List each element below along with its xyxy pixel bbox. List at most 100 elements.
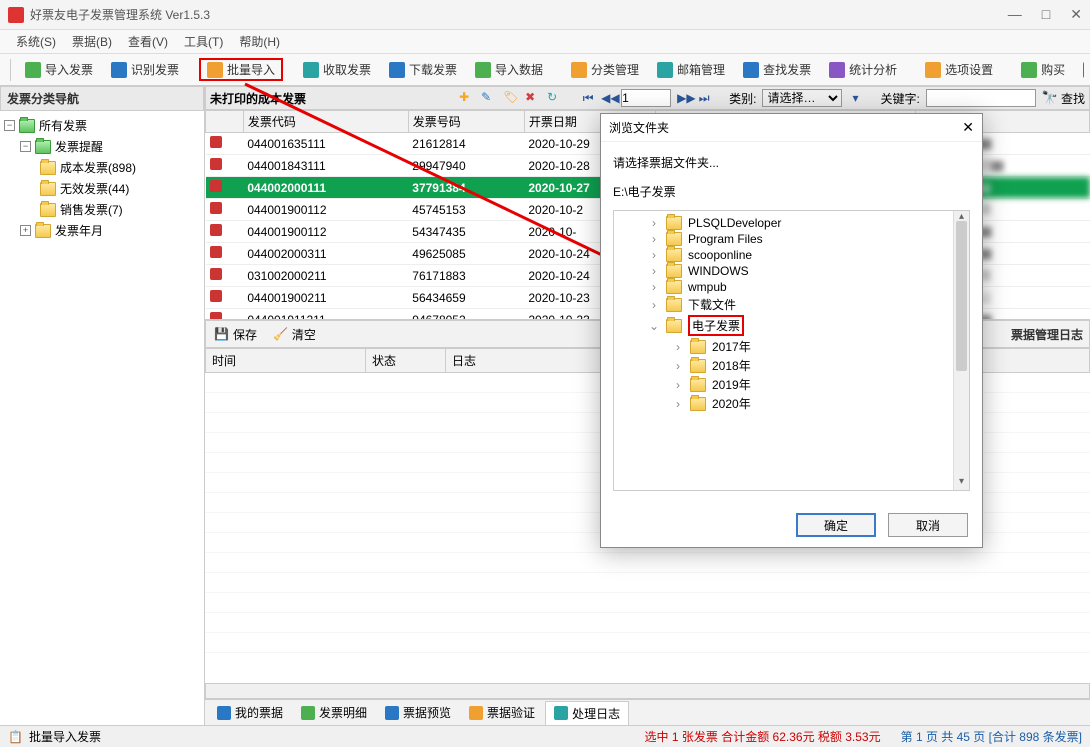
tab-票据验证[interactable]: 票据验证	[461, 701, 543, 724]
category-clear-icon[interactable]: ▾	[848, 91, 862, 105]
toolbar-统计分析[interactable]: 统计分析	[821, 58, 905, 81]
menu-item[interactable]: 票据(B)	[66, 31, 118, 52]
chevron-icon[interactable]: ›	[648, 216, 660, 230]
pdf-icon	[210, 202, 222, 214]
tree-item[interactable]: 销售发票(7)	[40, 199, 200, 220]
folder-tree[interactable]: ›PLSQLDeveloper›Program Files›scooponlin…	[613, 210, 970, 491]
table-col[interactable]: 发票代码	[243, 111, 408, 133]
tree-item[interactable]: 成本发票(898)	[40, 157, 200, 178]
table-col[interactable]	[206, 111, 244, 133]
category-label: 类别:	[729, 90, 756, 107]
toolbar-购买[interactable]: 购买	[1013, 58, 1073, 81]
pdf-icon	[210, 158, 222, 170]
toolbar-icon	[925, 62, 941, 78]
dialog-scrollbar[interactable]: ▴▾	[953, 211, 969, 490]
folder-node[interactable]: ›2018年	[618, 356, 965, 375]
search-button[interactable]: 🔭查找	[1042, 90, 1085, 107]
chevron-icon[interactable]: ⌄	[648, 319, 660, 333]
folder-node[interactable]: ›scooponline	[618, 247, 965, 263]
toolbar-批量导入[interactable]: 批量导入	[199, 58, 283, 81]
folder-node[interactable]: ›下载文件	[618, 295, 965, 314]
category-select[interactable]: 请选择…	[762, 89, 842, 107]
chevron-icon[interactable]: ›	[648, 298, 660, 312]
chevron-icon[interactable]: ›	[672, 397, 684, 411]
toolbar-下载发票[interactable]: 下载发票	[381, 58, 465, 81]
chevron-icon[interactable]: ›	[648, 280, 660, 294]
dialog-cancel-button[interactable]: 取消	[888, 513, 968, 537]
toolbar-icon	[207, 62, 223, 78]
dialog-title-text: 浏览文件夹	[609, 119, 962, 136]
toolbar-分类管理[interactable]: 分类管理	[563, 58, 647, 81]
tree-yearmonth[interactable]: + 发票年月	[20, 220, 200, 241]
folder-icon	[690, 378, 706, 392]
menu-item[interactable]: 帮助(H)	[233, 31, 286, 52]
chevron-icon[interactable]: ›	[672, 340, 684, 354]
delete-icon[interactable]: ✖	[525, 90, 541, 106]
tab-发票明细[interactable]: 发票明细	[293, 701, 375, 724]
first-page-icon[interactable]: ⏮	[581, 91, 595, 105]
add-icon[interactable]: ✚	[459, 90, 475, 106]
toolbar-导入数据[interactable]: 导入数据	[467, 58, 551, 81]
prev-page-icon[interactable]: ◀◀	[601, 91, 615, 105]
toolbar-icon	[475, 62, 491, 78]
chevron-icon[interactable]: ›	[648, 232, 660, 246]
chevron-icon[interactable]: ›	[672, 378, 684, 392]
folder-node[interactable]: ›2020年	[618, 394, 965, 413]
tab-icon	[385, 706, 399, 720]
folder-node[interactable]: ›WINDOWS	[618, 263, 965, 279]
tree-root[interactable]: − 所有发票	[4, 115, 200, 136]
toolbar-识别发票[interactable]: 识别发票	[103, 58, 187, 81]
pdf-icon	[210, 290, 222, 302]
col-time[interactable]: 时间	[206, 349, 366, 373]
toolbar-常见问[interactable]: 常见问	[1075, 58, 1084, 81]
toolbar-选项设置[interactable]: 选项设置	[917, 58, 1001, 81]
toolbar-导入发票[interactable]: 导入发票	[17, 58, 101, 81]
clear-button[interactable]: 🧹 清空	[265, 323, 324, 346]
page-input[interactable]	[621, 89, 671, 107]
close-button[interactable]: ✕	[1070, 6, 1082, 23]
refresh-icon[interactable]: ↻	[547, 90, 563, 106]
keyword-input[interactable]	[926, 89, 1036, 107]
toolbar-收取发票[interactable]: 收取发票	[295, 58, 379, 81]
folder-node[interactable]: ›PLSQLDeveloper	[618, 215, 965, 231]
toolbar-邮箱管理[interactable]: 邮箱管理	[649, 58, 733, 81]
maximize-button[interactable]: □	[1042, 6, 1050, 23]
sidebar: 发票分类导航 − 所有发票 − 发票提醒 成本发票(898)无效发票(44)销售…	[0, 86, 205, 725]
dialog-ok-button[interactable]: 确定	[796, 513, 876, 537]
tag-icon[interactable]: 🏷	[503, 90, 519, 106]
tree-root-label: 所有发票	[39, 117, 87, 134]
title-bar: 好票友电子发票管理系统 Ver1.5.3 — □ ✕	[0, 0, 1090, 30]
folder-node[interactable]: ›wmpub	[618, 279, 965, 295]
col-status[interactable]: 状态	[366, 349, 446, 373]
chevron-icon[interactable]: ›	[672, 359, 684, 373]
tab-icon	[554, 706, 568, 720]
save-button[interactable]: 💾 保存	[206, 323, 265, 346]
next-page-icon[interactable]: ▶▶	[677, 91, 691, 105]
toolbar-icon	[389, 62, 405, 78]
status-right: 第 1 页 共 45 页 [合计 898 条发票]	[901, 728, 1082, 745]
toolbar-查找发票[interactable]: 查找发票	[735, 58, 819, 81]
last-page-icon[interactable]: ⏭	[697, 91, 711, 105]
tab-票据预览[interactable]: 票据预览	[377, 701, 459, 724]
tab-处理日志[interactable]: 处理日志	[545, 701, 629, 725]
tree-reminder[interactable]: − 发票提醒	[20, 136, 200, 157]
dialog-close-icon[interactable]: ✕	[962, 119, 974, 136]
tree-item[interactable]: 无效发票(44)	[40, 178, 200, 199]
folder-node[interactable]: ›2019年	[618, 375, 965, 394]
folder-node[interactable]: ›2017年	[618, 337, 965, 356]
folder-node[interactable]: ⌄电子发票	[618, 314, 965, 337]
folder-node[interactable]: ›Program Files	[618, 231, 965, 247]
folder-icon	[666, 264, 682, 278]
toolbar-icon	[111, 62, 127, 78]
table-col[interactable]: 发票号码	[408, 111, 524, 133]
chevron-icon[interactable]: ›	[648, 264, 660, 278]
toolbar-icon	[1083, 62, 1084, 78]
edit-icon[interactable]: ✎	[481, 90, 497, 106]
menu-item[interactable]: 系统(S)	[10, 31, 62, 52]
menu-item[interactable]: 工具(T)	[178, 31, 229, 52]
menu-item[interactable]: 查看(V)	[122, 31, 174, 52]
horizontal-scrollbar[interactable]	[205, 683, 1090, 699]
chevron-icon[interactable]: ›	[648, 248, 660, 262]
minimize-button[interactable]: —	[1008, 6, 1022, 23]
tab-我的票据[interactable]: 我的票据	[209, 701, 291, 724]
